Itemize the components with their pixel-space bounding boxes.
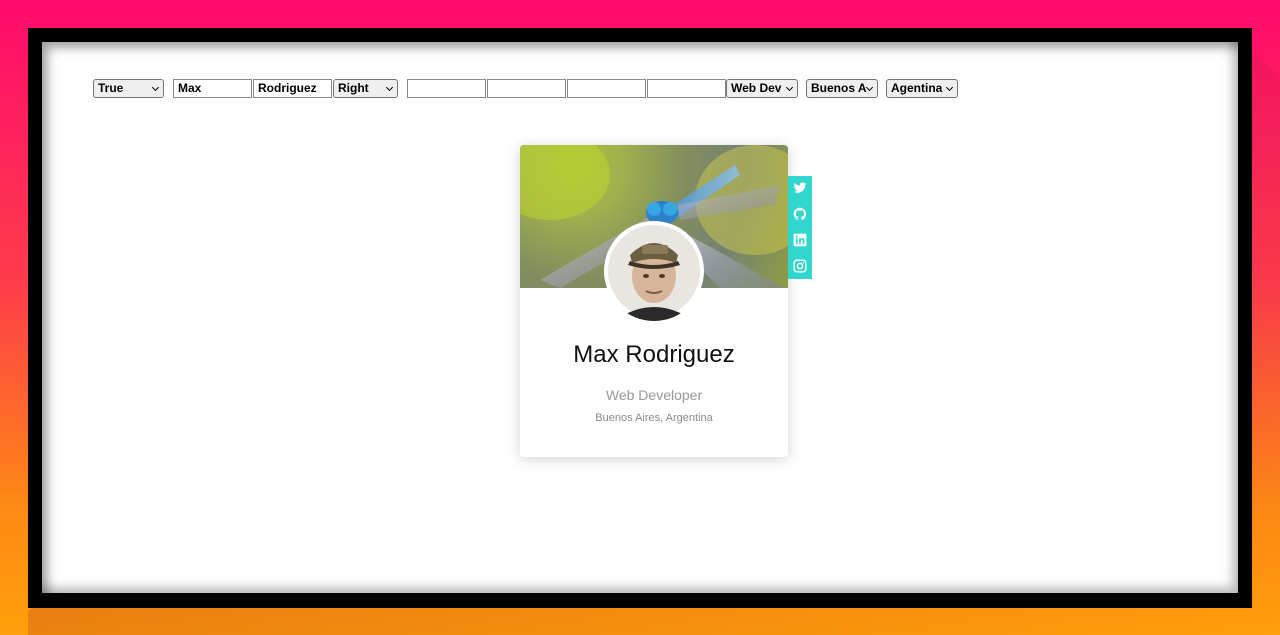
link-input-2[interactable] [487,79,566,98]
twitter-icon[interactable] [793,181,807,195]
link-input-1[interactable] [407,79,486,98]
country-select[interactable]: Agentina [886,79,958,98]
profile-name: Max Rodriguez [573,341,735,368]
social-bar [788,176,812,279]
linkedin-icon[interactable] [793,233,807,247]
link-input-4[interactable] [647,79,726,98]
position-select[interactable]: Right [333,79,398,98]
profile-card: Max Rodriguez Web Developer Buenos Aires… [520,145,788,457]
role-select[interactable]: Web Dev [726,79,798,98]
last-name-input[interactable]: Rodriguez [253,79,332,98]
github-icon[interactable] [793,207,807,221]
browser-frame: True Max Rodriguez Right Web Dev Buenos … [28,28,1252,608]
profile-location: Buenos Aires, Argentina [595,412,713,424]
profile-role: Web Developer [605,387,703,403]
avatar [604,221,704,321]
link-input-3[interactable] [567,79,646,98]
instagram-icon[interactable] [793,259,807,273]
page-canvas: True Max Rodriguez Right Web Dev Buenos … [42,42,1238,593]
first-name-input[interactable]: Max [173,79,252,98]
city-select[interactable]: Buenos A [806,79,878,98]
flag-select[interactable]: True [93,79,164,98]
